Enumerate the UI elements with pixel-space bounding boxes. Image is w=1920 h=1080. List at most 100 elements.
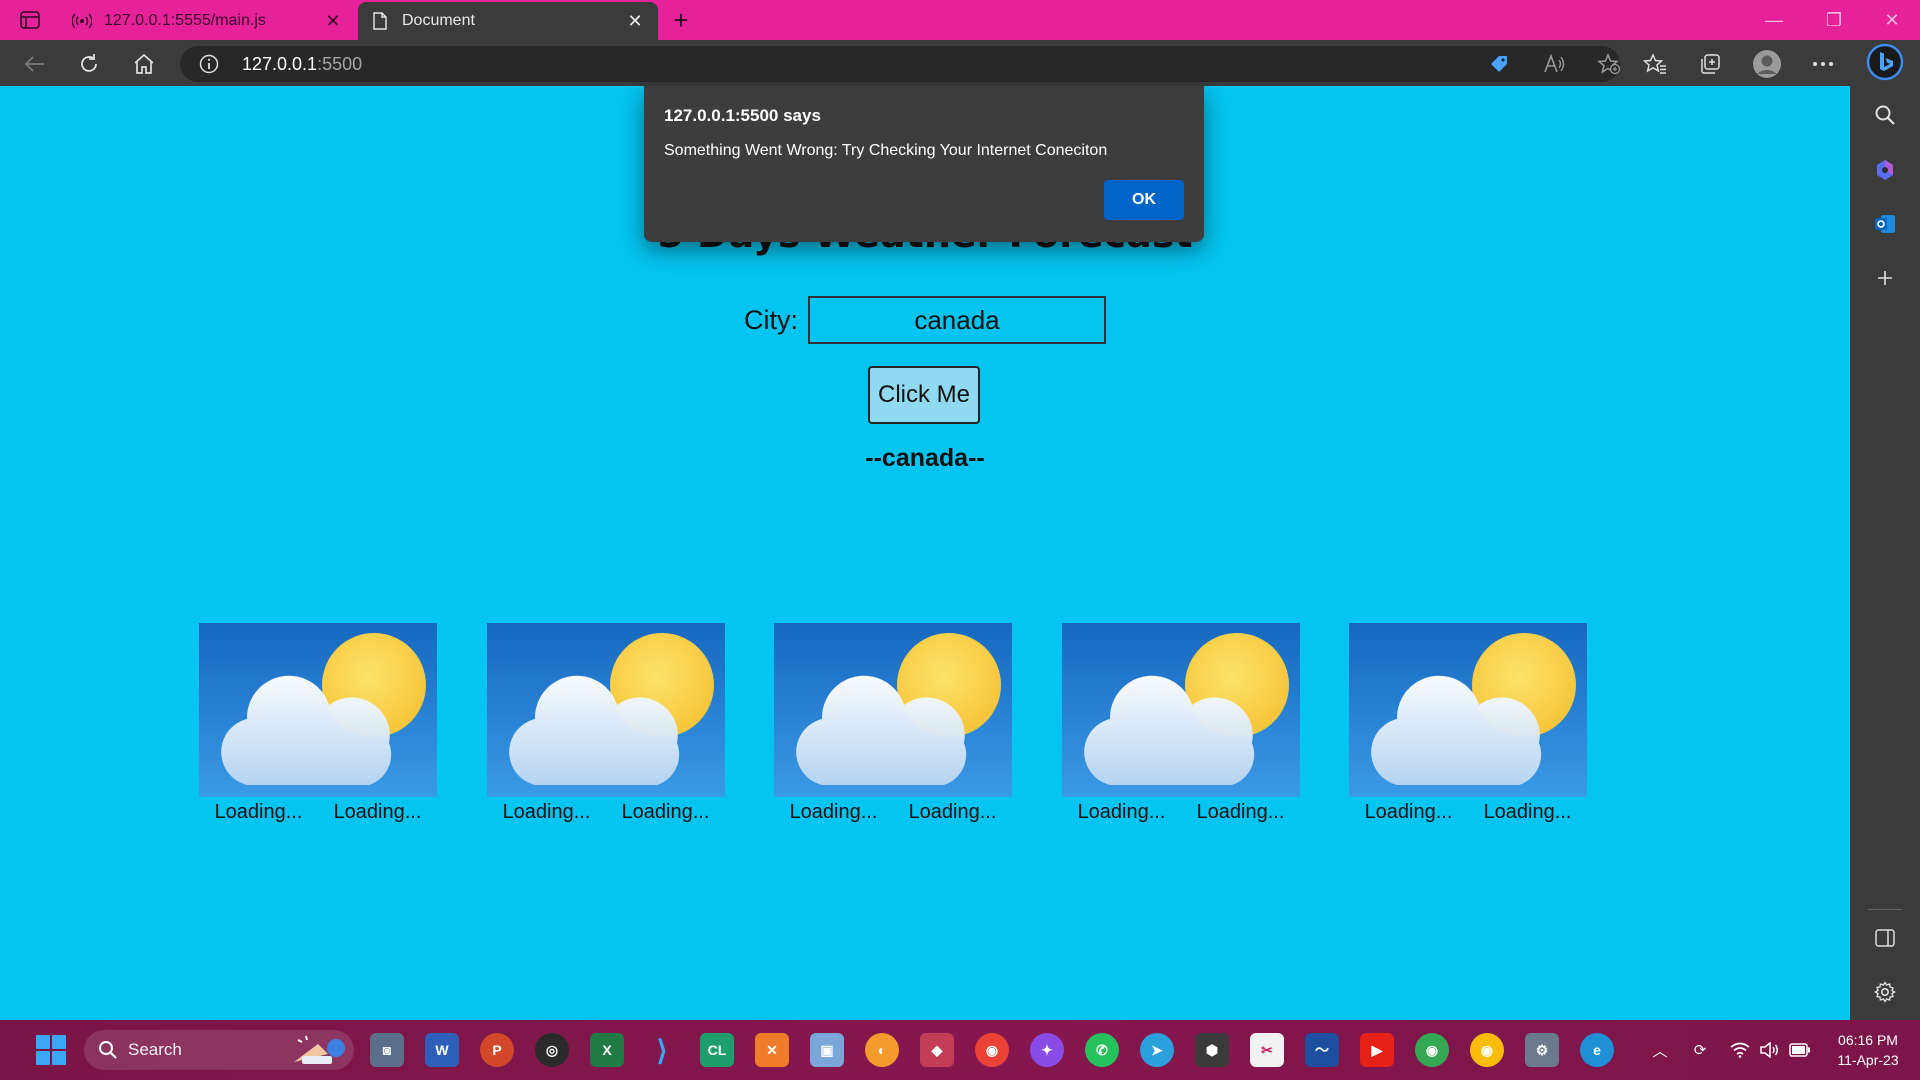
taskbar-search[interactable]: Search	[84, 1030, 354, 1070]
start-button[interactable]	[36, 1035, 66, 1065]
url-port: :5500	[317, 54, 363, 74]
max-temp: Loading...	[1196, 801, 1285, 823]
add-icon[interactable]	[1867, 260, 1903, 296]
settings-app-icon[interactable]: ⚙	[1525, 1033, 1559, 1067]
max-temp: Loading...	[333, 801, 422, 823]
discover-icon[interactable]	[1867, 152, 1903, 188]
max-temp: Loading...	[1483, 801, 1572, 823]
tab-title: 127.0.0.1:5555/main.js	[104, 12, 266, 29]
excel-app-icon[interactable]: X	[590, 1033, 624, 1067]
dialog-title: 127.0.0.1:5500 says	[664, 106, 821, 125]
chevron-up-icon[interactable]: ︿	[1648, 1038, 1672, 1062]
forecast-day: Loading... Loading...	[1062, 623, 1300, 843]
city-label: City:	[744, 304, 798, 335]
min-temp: Loading...	[1077, 801, 1166, 823]
min-temp: Loading...	[789, 801, 878, 823]
sidebar-divider	[1868, 909, 1902, 910]
search-highlight-icon	[294, 1035, 345, 1064]
bing-chat-icon[interactable]	[1865, 42, 1905, 82]
word-app-icon[interactable]: W	[425, 1033, 459, 1067]
ok-button[interactable]: OK	[1104, 180, 1184, 220]
telegram-app-icon[interactable]: ➤	[1140, 1033, 1174, 1067]
powerpoint-app-icon[interactable]: P	[480, 1033, 514, 1067]
info-icon[interactable]	[198, 53, 220, 75]
back-icon[interactable]	[18, 47, 52, 81]
cube-app-icon[interactable]: ▣	[810, 1033, 844, 1067]
vscode-app-icon[interactable]: ⟩	[645, 1033, 679, 1067]
partly-cloudy-icon	[1062, 623, 1300, 797]
add-favorite-icon[interactable]	[1592, 47, 1626, 81]
close-tab-icon[interactable]: ✕	[620, 6, 650, 36]
git-app-icon[interactable]: ◆	[920, 1033, 954, 1067]
settings-gear-icon[interactable]	[1867, 974, 1903, 1010]
address-bar[interactable]: 127.0.0.1:5500	[180, 46, 1621, 82]
unity-app-icon[interactable]: ⬢	[1195, 1033, 1229, 1067]
collections-icon[interactable]	[1693, 47, 1727, 81]
max-temp: Loading...	[908, 801, 997, 823]
restore-button[interactable]: ❐	[1806, 0, 1862, 40]
page-icon	[370, 11, 390, 31]
chrome-app-icon[interactable]: ◉	[975, 1033, 1009, 1067]
snipping-tool-icon[interactable]: ✂	[1250, 1033, 1284, 1067]
close-window-button[interactable]: ✕	[1864, 0, 1920, 40]
partly-cloudy-icon	[1349, 623, 1587, 797]
messenger-app-icon[interactable]: ✦	[1030, 1033, 1064, 1067]
coupon-tag-icon[interactable]	[1482, 47, 1516, 81]
tab-actions-icon[interactable]	[16, 8, 44, 32]
partly-cloudy-icon	[487, 623, 725, 797]
whatsapp-app-icon[interactable]: ✆	[1085, 1033, 1119, 1067]
min-temp: Loading...	[214, 801, 303, 823]
tab-main-js[interactable]: 127.0.0.1:5555/main.js ✕	[60, 2, 356, 40]
partly-cloudy-icon	[199, 623, 437, 797]
search-icon[interactable]	[1867, 97, 1903, 133]
wifi-icon[interactable]	[1728, 1038, 1752, 1062]
xampp-app-icon[interactable]: ✕	[755, 1033, 789, 1067]
battery-icon[interactable]	[1788, 1038, 1812, 1062]
browser-title-bar: 127.0.0.1:5555/main.js ✕ Document ✕ + — …	[0, 0, 1920, 40]
home-icon[interactable]	[127, 47, 161, 81]
alert-dialog: 127.0.0.1:5500 says Something Went Wrong…	[644, 86, 1204, 242]
youtube-app-icon[interactable]: ▶	[1360, 1033, 1394, 1067]
forecast-day: Loading... Loading...	[199, 623, 437, 843]
url-text[interactable]: 127.0.0.1:5500	[242, 54, 362, 75]
city-input[interactable]	[808, 296, 1106, 344]
dialog-message: Something Went Wrong: Try Checking Your …	[664, 142, 1108, 159]
browser-toolbar: 127.0.0.1:5500	[0, 40, 1850, 86]
forecast-day: Loading... Loading...	[774, 623, 1012, 843]
whiteboard-app-icon[interactable]: 〜	[1305, 1033, 1339, 1067]
max-temp: Loading...	[621, 801, 710, 823]
clock-time: 06:16 PM	[1838, 1032, 1898, 1048]
system-clock[interactable]: 06:16 PM 11-Apr-23	[1828, 1030, 1908, 1070]
close-tab-icon[interactable]: ✕	[318, 6, 348, 36]
volume-icon[interactable]	[1758, 1038, 1782, 1062]
favorites-icon[interactable]	[1638, 47, 1672, 81]
more-options-icon[interactable]	[1806, 47, 1840, 81]
edge-sidebar	[1850, 40, 1920, 1020]
clion-app-icon[interactable]: CL	[700, 1033, 734, 1067]
hide-sidebar-icon[interactable]	[1867, 920, 1903, 956]
chrome-profile-icon[interactable]: ◉	[1415, 1033, 1449, 1067]
edge-app-icon[interactable]: e	[1580, 1033, 1614, 1067]
outlook-icon[interactable]	[1867, 206, 1903, 242]
minimize-button[interactable]: —	[1746, 0, 1802, 40]
windows-taskbar: Search ◙ W P ◎ X ⟩ CL ✕ ▣ ◐ ◆ ◉ ✦ ✆ ➤ ⬢ …	[0, 1020, 1920, 1080]
min-temp: Loading...	[502, 801, 591, 823]
camera-app-icon[interactable]: ◙	[370, 1033, 404, 1067]
click-me-button[interactable]: Click Me	[868, 366, 980, 424]
blender-app-icon[interactable]: ◐	[865, 1033, 899, 1067]
obs-app-icon[interactable]: ◎	[535, 1033, 569, 1067]
search-label: Search	[128, 1040, 182, 1059]
read-aloud-icon[interactable]	[1537, 47, 1571, 81]
sync-icon[interactable]: ⟳	[1688, 1038, 1712, 1062]
min-temp: Loading...	[1364, 801, 1453, 823]
forecast-day: Loading... Loading...	[1349, 623, 1587, 843]
refresh-icon[interactable]	[72, 47, 106, 81]
chrome-profile-2-icon[interactable]: ◉	[1470, 1033, 1504, 1067]
profile-avatar[interactable]	[1750, 47, 1784, 81]
tab-document[interactable]: Document ✕	[358, 2, 658, 40]
search-icon	[99, 1041, 117, 1059]
tab-title: Document	[402, 12, 475, 29]
new-tab-button[interactable]: +	[666, 5, 696, 35]
city-form-row: City:	[0, 296, 1850, 344]
url-host: 127.0.0.1	[242, 54, 318, 74]
